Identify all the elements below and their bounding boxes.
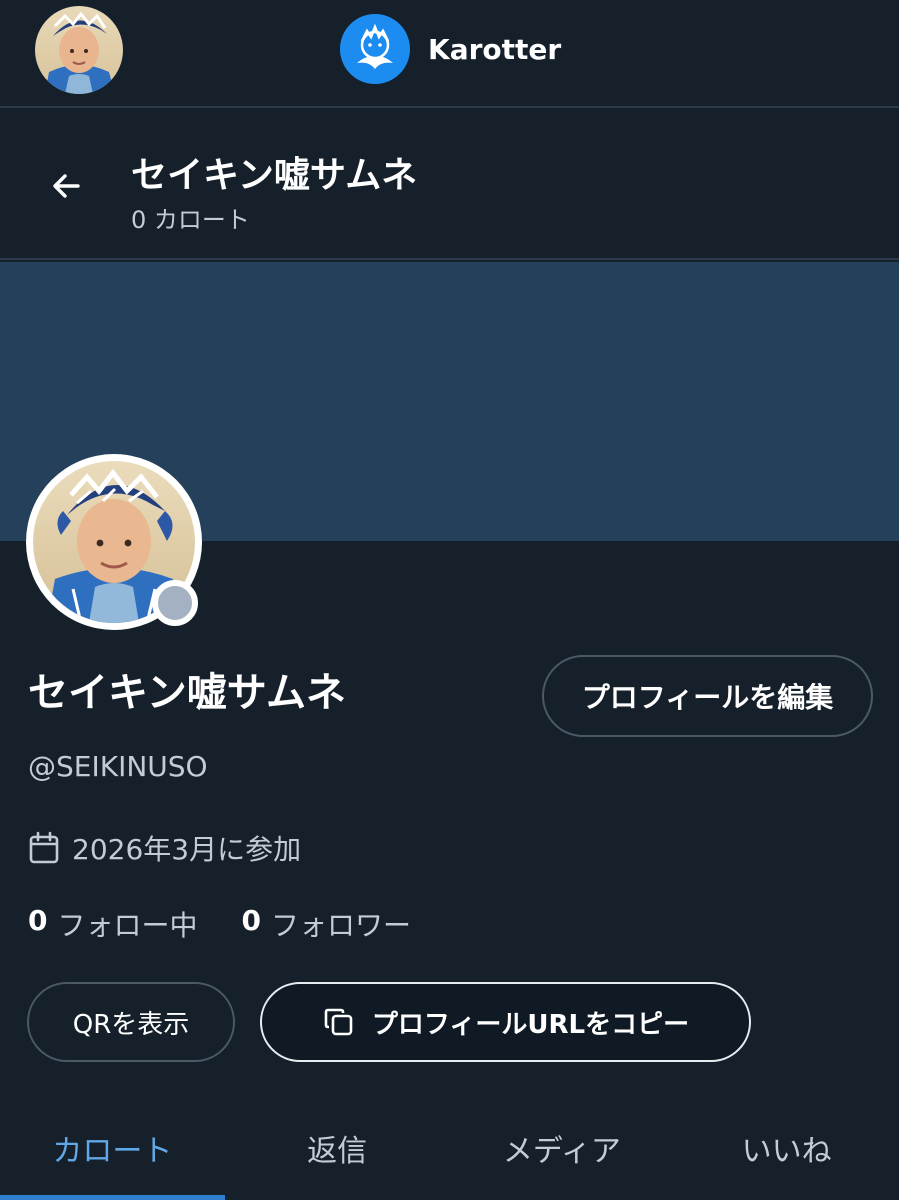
copy-profile-url-label: プロフィールURLをコピー xyxy=(371,1009,690,1040)
calendar-icon xyxy=(29,831,59,864)
following-count: 0 xyxy=(28,904,48,937)
copy-profile-url-button[interactable]: プロフィールURLをコピー xyxy=(260,982,751,1062)
brand-logo-icon xyxy=(340,14,410,84)
avatar-photo-icon xyxy=(35,6,123,94)
brand-name: Karotter xyxy=(428,32,562,66)
joined-date: 2026年3月に参加 xyxy=(28,828,301,868)
following-link[interactable]: 0 フォロー中 xyxy=(28,904,198,944)
tab-replies[interactable]: 返信 xyxy=(225,1110,450,1200)
tab-media[interactable]: メディア xyxy=(450,1110,675,1200)
followers-link[interactable]: 0 フォロワー xyxy=(242,904,412,944)
following-label: フォロー中 xyxy=(57,909,198,942)
back-arrow-icon xyxy=(53,174,80,198)
top-bar: Karotter xyxy=(0,0,899,108)
brand[interactable]: Karotter xyxy=(340,14,561,84)
header-subtitle: 0 カロート xyxy=(131,206,250,234)
user-handle: @SEIKINUSO xyxy=(28,750,208,783)
back-button[interactable] xyxy=(40,160,92,212)
show-qr-button[interactable]: QRを表示 xyxy=(27,982,235,1062)
header-title: セイキン嘘サムネ xyxy=(131,155,418,196)
edit-profile-button[interactable]: プロフィールを編集 xyxy=(542,655,873,737)
copy-icon xyxy=(324,1008,353,1036)
profile-tabs: カロート 返信 メディア いいね xyxy=(0,1110,899,1200)
followers-count: 0 xyxy=(241,904,261,937)
joined-text: 2026年3月に参加 xyxy=(72,833,302,866)
followers-label: フォロワー xyxy=(270,909,411,942)
tab-likes[interactable]: いいね xyxy=(674,1110,899,1200)
top-avatar[interactable] xyxy=(35,6,123,94)
display-name: セイキン嘘サムネ xyxy=(28,670,346,716)
follow-stats: 0 フォロー中 0 フォロワー xyxy=(28,904,411,944)
status-dot xyxy=(152,580,198,626)
tab-karoto[interactable]: カロート xyxy=(0,1110,225,1200)
